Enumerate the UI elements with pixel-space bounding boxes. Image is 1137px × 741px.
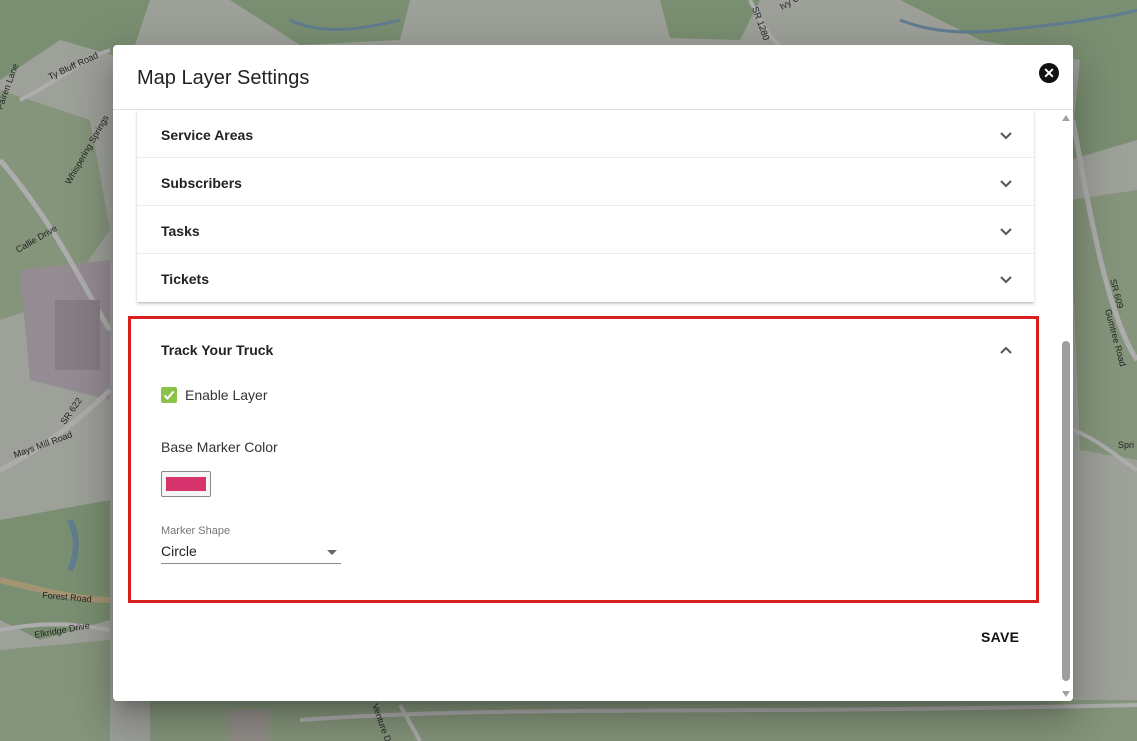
dialog-title: Map Layer Settings [137,67,310,89]
panel-tickets[interactable]: Tickets [137,254,1034,302]
map-layer-settings-dialog: Map Layer Settings ✕ Service Areas Subsc… [113,45,1073,701]
scroll-thumb[interactable] [1062,341,1070,681]
close-icon[interactable]: ✕ [1039,63,1059,83]
save-button[interactable]: SAVE [981,629,1019,645]
scroll-down-icon[interactable] [1062,691,1070,697]
chevron-down-icon [1000,228,1012,236]
panel-label: Tasks [161,223,200,239]
panel-subscribers[interactable]: Subscribers [137,158,1034,206]
panel-label: Tickets [161,271,209,287]
scrollbar[interactable] [1059,111,1073,701]
panel-label: Service Areas [161,127,254,143]
scroll-up-icon[interactable] [1062,115,1070,121]
panel-service-areas[interactable]: Service Areas [137,110,1034,158]
chevron-down-icon [1000,276,1012,284]
chevron-down-icon [1000,132,1012,140]
chevron-down-icon [1000,180,1012,188]
panel-tasks[interactable]: Tasks [137,206,1034,254]
highlight-box [128,316,1039,603]
panel-label: Subscribers [161,175,242,191]
layer-panels: Service Areas Subscribers Tasks Tickets [137,110,1034,302]
